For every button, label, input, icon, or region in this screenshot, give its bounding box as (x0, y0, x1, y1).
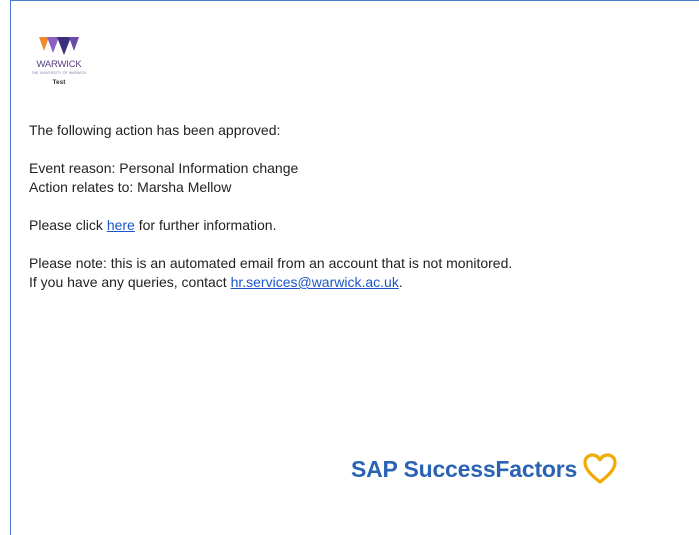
sap-brand-text: SAP SuccessFactors (351, 455, 578, 482)
sap-successfactors-logo: SAP SuccessFactors (351, 449, 617, 489)
here-link[interactable]: here (107, 217, 135, 233)
note-line: Please note: this is an automated email … (29, 255, 513, 271)
click-line: Please click here for further informatio… (29, 216, 699, 235)
warwick-logo: WARWICK THE UNIVERSITY OF WARWICK Test (29, 35, 89, 89)
warwick-logo-icon (39, 37, 79, 55)
click-prefix: Please click (29, 217, 107, 233)
intro-line: The following action has been approved: (29, 122, 281, 138)
heart-icon (583, 453, 617, 484)
queries-line: If you have any queries, contact hr.serv… (29, 273, 699, 292)
action-relates-line: Action relates to: Marsha Mellow (29, 179, 232, 195)
queries-suffix: . (398, 274, 403, 290)
message-content: The following action has been approved: … (29, 121, 699, 292)
click-suffix: for further information. (134, 217, 277, 233)
hr-email-link[interactable]: hr.services@warwick.ac.uk (231, 274, 399, 290)
event-reason-line: Event reason: Personal Information chang… (29, 160, 299, 176)
environment-label: Test (52, 79, 66, 86)
logo-subtitle: THE UNIVERSITY OF WARWICK (31, 71, 87, 75)
queries-prefix: If you have any queries, contact (29, 274, 231, 290)
logo-wordmark: WARWICK (36, 59, 82, 70)
email-body: WARWICK THE UNIVERSITY OF WARWICK Test T… (10, 0, 699, 535)
